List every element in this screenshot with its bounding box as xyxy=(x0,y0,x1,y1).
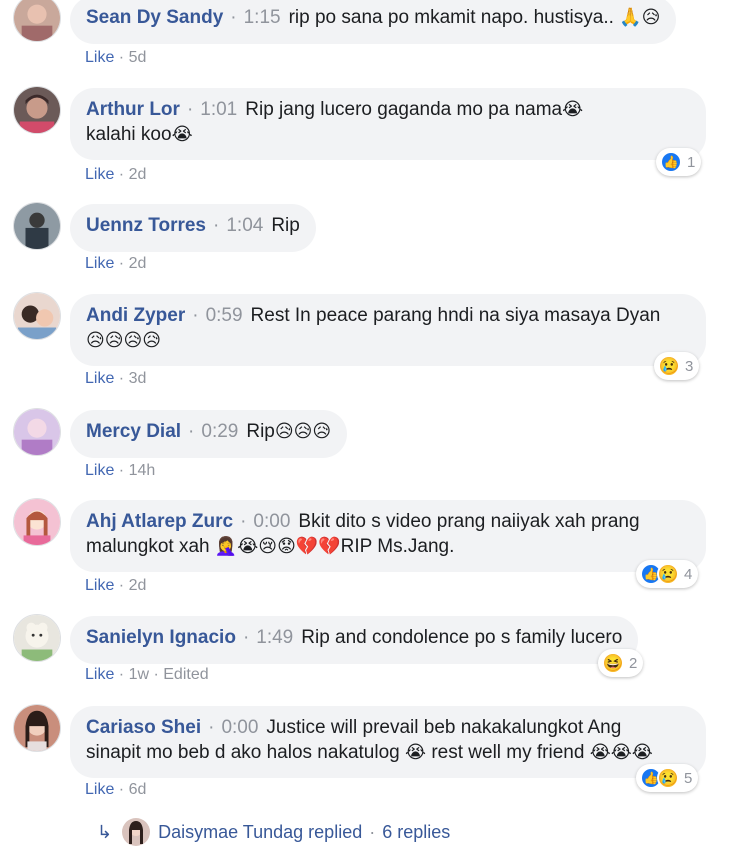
replied-by-text[interactable]: Daisymae Tundag replied xyxy=(158,822,362,843)
comment-timestamp[interactable]: 0:00 xyxy=(221,717,258,738)
reaction-count: 5 xyxy=(684,769,693,787)
comment-bubble: Sanielyn Ignacio · 1:49 Rip and condolence … xyxy=(70,616,639,664)
comment-text: rest well my friend xyxy=(431,742,585,763)
comment-text: Rip jang lucero gaganda mo pa nama xyxy=(245,99,563,120)
comment-age[interactable]: 2d xyxy=(129,577,147,594)
haha-reaction-icon: 😆 xyxy=(602,652,624,674)
comment-emoji: 😭😭😭 xyxy=(589,742,653,763)
comment-author[interactable]: Mercy Dial xyxy=(86,421,181,442)
comment-emoji: 😭 xyxy=(171,124,193,145)
comment-text: Rip xyxy=(271,215,300,236)
like-button[interactable]: Like xyxy=(85,166,114,183)
comment-age[interactable]: 5d xyxy=(129,49,147,66)
comment-author[interactable]: Sanielyn Ignacio xyxy=(86,627,236,648)
comment-emoji: 😥😥😥 xyxy=(274,421,332,442)
comment-bubble: Sean Dy Sandy · 1:15 rip po sana po mkamit … xyxy=(70,0,677,44)
comment-age[interactable]: 6d xyxy=(129,781,147,798)
comment-author[interactable]: Andi Zyper xyxy=(86,305,185,326)
comment-age[interactable]: 3d xyxy=(129,370,147,387)
comment-bubble: Andi Zyper · 0:59 Rest In peace parang hndi… xyxy=(70,294,706,366)
comment-age[interactable]: 1w xyxy=(129,666,149,683)
comment-text: malungkot xah xyxy=(86,536,210,557)
comment-meta: Like · 5d xyxy=(85,49,147,66)
comment-text: RIP Ms.Jang. xyxy=(340,536,455,557)
comment-meta: Like · 6d xyxy=(85,781,147,798)
comment-bubble: Cariaso Shei · 0:00 Justice will prevail be… xyxy=(70,706,706,778)
comment-timestamp[interactable]: 0:29 xyxy=(201,421,238,442)
comment-meta: Like · 2d xyxy=(85,255,147,272)
comment-bubble: Uennz Torres · 1:04 Rip xyxy=(70,204,316,252)
comment-timestamp[interactable]: 1:01 xyxy=(200,99,237,120)
reaction-summary[interactable]: 😆 2 xyxy=(598,649,644,677)
comment-text: Rip xyxy=(246,421,275,442)
comment-meta: Like · 1w · Edited xyxy=(85,666,209,683)
reaction-count: 2 xyxy=(629,654,638,672)
sad-reaction-icon: 😢 xyxy=(657,767,679,789)
comment-meta: Like · 3d xyxy=(85,370,147,387)
comment-emoji: 🤦‍♀️😭😢😟💔💔 xyxy=(214,536,341,557)
reply-arrow-icon: ↳ xyxy=(97,821,113,842)
view-replies-link[interactable]: ↳ Daisymae Tundag replied · 6 replies xyxy=(97,818,450,846)
comment-author[interactable]: Uennz Torres xyxy=(86,215,206,236)
avatar[interactable] xyxy=(13,292,61,340)
avatar[interactable] xyxy=(13,704,61,752)
comment-author[interactable]: Ahj Atlarep Zurc xyxy=(86,511,233,532)
comment-text: kalahi koo xyxy=(86,124,172,145)
comment-timestamp[interactable]: 1:04 xyxy=(226,215,263,236)
sad-reaction-icon: 😢 xyxy=(657,563,679,585)
comment-emoji: 😥😥😥😥 xyxy=(86,330,162,351)
comment-timestamp[interactable]: 0:00 xyxy=(253,511,290,532)
like-button[interactable]: Like xyxy=(85,255,114,272)
avatar[interactable] xyxy=(13,614,61,662)
avatar[interactable] xyxy=(13,202,61,250)
reaction-summary[interactable]: 👍 1 xyxy=(656,148,702,176)
avatar[interactable] xyxy=(13,498,61,546)
comment-bubble: Arthur Lor · 1:01 Rip jang lucero gaganda m… xyxy=(70,88,706,160)
avatar[interactable] xyxy=(13,86,61,134)
comment-timestamp[interactable]: 1:15 xyxy=(244,7,281,28)
comment-bubble: Ahj Atlarep Zurc · 0:00 Bkit dito s video p… xyxy=(70,500,706,572)
reply-count[interactable]: 6 replies xyxy=(382,822,450,843)
comment-bubble: Mercy Dial · 0:29 Rip😥😥😥 xyxy=(70,410,348,458)
comment-author[interactable]: Cariaso Shei xyxy=(86,717,201,738)
comment-text: Bkit dito s video prang naiiyak xah pran… xyxy=(298,511,640,532)
comment-emoji: 🙏😥 xyxy=(619,7,661,28)
comment-emoji: 😭 xyxy=(562,99,584,120)
comment-meta: Like · 2d xyxy=(85,577,147,594)
comment-meta: Like · 14h xyxy=(85,462,156,479)
comment-text: Justice will prevail beb nakakalungkot A… xyxy=(266,717,622,738)
comment-timestamp[interactable]: 0:59 xyxy=(206,305,243,326)
comment-text: Rest In peace parang hndi na siya masaya… xyxy=(250,305,661,326)
sad-reaction-icon: 😢 xyxy=(658,355,680,377)
comment-author[interactable]: Sean Dy Sandy xyxy=(86,7,223,28)
reaction-summary[interactable]: 😢 3 xyxy=(654,352,700,380)
avatar[interactable] xyxy=(13,408,61,456)
comment-age[interactable]: 2d xyxy=(129,166,147,183)
like-button[interactable]: Like xyxy=(85,49,114,66)
comment-text: Rip and condolence po s family lucero xyxy=(301,627,623,648)
like-button[interactable]: Like xyxy=(85,462,114,479)
avatar xyxy=(122,818,151,846)
comment-timestamp[interactable]: 1:49 xyxy=(256,627,293,648)
comment-text: sinapit mo beb d ako halos nakatulog xyxy=(86,742,400,763)
edited-label[interactable]: Edited xyxy=(163,666,208,683)
like-button[interactable]: Like xyxy=(85,781,114,798)
reaction-summary[interactable]: 👍 😢 4 xyxy=(636,560,699,588)
like-button[interactable]: Like xyxy=(85,370,114,387)
reaction-count: 4 xyxy=(684,565,693,583)
avatar[interactable] xyxy=(13,0,61,42)
reaction-summary[interactable]: 👍 😢 5 xyxy=(636,764,699,792)
like-button[interactable]: Like xyxy=(85,577,114,594)
comment-age[interactable]: 14h xyxy=(129,462,156,479)
like-button[interactable]: Like xyxy=(85,666,114,683)
like-reaction-icon: 👍 xyxy=(660,151,682,173)
reaction-count: 1 xyxy=(687,153,696,171)
comment-emoji: 😭 xyxy=(405,742,427,763)
comment-meta: Like · 2d xyxy=(85,166,147,183)
comment-text: rip po sana po mkamit napo. hustisya.. xyxy=(288,7,614,28)
comment-age[interactable]: 2d xyxy=(129,255,147,272)
comment-author[interactable]: Arthur Lor xyxy=(86,99,180,120)
reaction-count: 3 xyxy=(685,357,694,375)
